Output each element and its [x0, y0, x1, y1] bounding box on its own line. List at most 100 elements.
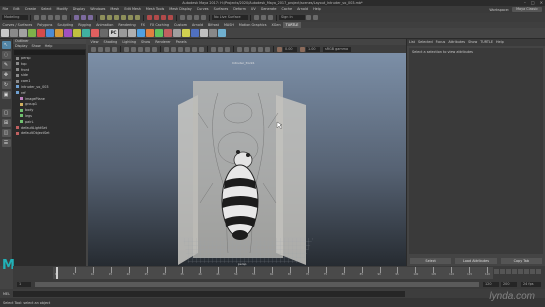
menu-arnold[interactable]: Arnold: [295, 6, 311, 13]
shelf-icon-5[interactable]: [37, 29, 45, 37]
layout-outliner-icon[interactable]: ☰: [1, 139, 11, 147]
attr-menu-list[interactable]: List: [409, 39, 415, 46]
shelf-icon-4[interactable]: [28, 29, 36, 37]
resolution-gate-icon[interactable]: [138, 46, 143, 52]
viewport[interactable]: Intruder_front1 persp: [88, 53, 406, 266]
snap-grid-icon[interactable]: [147, 15, 152, 20]
menu-create[interactable]: Create: [22, 6, 38, 13]
exposure-icon[interactable]: [277, 46, 282, 52]
isolate-select-icon[interactable]: [237, 46, 242, 52]
wireframe-icon[interactable]: [164, 46, 169, 52]
selection-mask-icon[interactable]: [128, 15, 133, 20]
menu-cache[interactable]: Cache: [279, 6, 295, 13]
select-by-object-icon[interactable]: [81, 15, 86, 20]
play-forward-icon[interactable]: [518, 268, 523, 274]
menu-display[interactable]: Display: [70, 6, 88, 13]
move-tool-icon[interactable]: ✥: [1, 71, 11, 79]
outliner-item[interactable]: defaultObjectSet: [13, 131, 86, 137]
snap-plane-icon[interactable]: [168, 15, 173, 20]
outliner-menu-display[interactable]: Display: [15, 44, 28, 49]
menu-select[interactable]: Select: [39, 6, 54, 13]
shelf-icon-21[interactable]: [191, 29, 199, 37]
xyz-icon[interactable]: [261, 15, 266, 20]
render-icon[interactable]: [187, 15, 192, 20]
outliner-menu-help[interactable]: Help: [45, 44, 53, 49]
menu-help[interactable]: Help: [311, 6, 324, 13]
outliner-search-input[interactable]: [14, 50, 85, 55]
snap-point-icon[interactable]: [161, 15, 166, 20]
shelf-icon-20[interactable]: [182, 29, 190, 37]
ipr-render-icon[interactable]: [194, 15, 199, 20]
play-backward-icon[interactable]: [512, 268, 517, 274]
select-tool-icon[interactable]: ↖: [1, 41, 11, 49]
menu-file[interactable]: File: [0, 6, 11, 13]
go-to-end-icon[interactable]: [536, 268, 541, 274]
shelf-icon-10[interactable]: [82, 29, 90, 37]
shadows-icon[interactable]: [199, 46, 204, 52]
open-scene-icon[interactable]: [41, 15, 46, 20]
construction-history-icon[interactable]: [180, 15, 185, 20]
anti-aliasing-icon[interactable]: [258, 46, 263, 52]
gate-mask-icon[interactable]: [145, 46, 150, 52]
outliner-menu-show[interactable]: Show: [32, 44, 41, 49]
select-by-hierarchy-icon[interactable]: [74, 15, 79, 20]
field-chart-icon[interactable]: [152, 46, 157, 52]
shelf-icon-19[interactable]: [173, 29, 181, 37]
copy-tab-button[interactable]: Copy Tab: [500, 258, 542, 264]
save-scene-icon[interactable]: [48, 15, 53, 20]
menu-uv[interactable]: UV: [248, 6, 258, 13]
selection-mask-icon[interactable]: [107, 15, 112, 20]
camera-attributes-icon[interactable]: [98, 46, 103, 52]
shelf-icon-2[interactable]: [10, 29, 18, 37]
screen-space-ao-icon[interactable]: [244, 46, 249, 52]
lasso-tool-icon[interactable]: ◌: [1, 51, 11, 59]
shelf-icon-16[interactable]: [146, 29, 154, 37]
snap-curve-icon[interactable]: [154, 15, 159, 20]
shelf-icon-14[interactable]: [128, 29, 136, 37]
time-slider[interactable]: 1510152025303540455055606570758085909510…: [13, 266, 545, 280]
image-plane-icon[interactable]: [112, 46, 117, 52]
attr-menu-turtle[interactable]: TURTLE: [480, 39, 493, 46]
time-slider-track[interactable]: 1510152025303540455055606570758085909510…: [53, 267, 493, 279]
attr-menu-attributes[interactable]: Attributes: [448, 39, 465, 46]
shelf-icon-3[interactable]: [19, 29, 27, 37]
attr-menu-help[interactable]: Help: [496, 39, 504, 46]
bookmark-icon[interactable]: [105, 46, 110, 52]
selection-mask-icon[interactable]: [121, 15, 126, 20]
undo-icon[interactable]: [55, 15, 60, 20]
attr-menu-selected[interactable]: Selected: [418, 39, 433, 46]
depth-of-field-icon[interactable]: [265, 46, 270, 52]
rotate-tool-icon[interactable]: ↻: [1, 81, 11, 89]
shelf-icon-24[interactable]: [218, 29, 226, 37]
film-gate-icon[interactable]: [131, 46, 136, 52]
shelf-icon-7[interactable]: [55, 29, 63, 37]
shelf-icon-15[interactable]: [137, 29, 145, 37]
menu-curves[interactable]: Curves: [194, 6, 211, 13]
menu-surfaces[interactable]: Surfaces: [211, 6, 231, 13]
selection-mask-icon[interactable]: [100, 15, 105, 20]
colorspace-dropdown[interactable]: sRGB gamma: [323, 46, 351, 52]
gamma-icon[interactable]: [300, 46, 305, 52]
sign-in-button[interactable]: Sign In: [279, 15, 305, 20]
attr-menu-show[interactable]: Show: [468, 39, 477, 46]
xray-components-icon[interactable]: [225, 46, 230, 52]
shelf-icon-9[interactable]: [73, 29, 81, 37]
fps-dropdown[interactable]: 24 fps: [521, 282, 541, 287]
camera-select-icon[interactable]: [91, 46, 96, 52]
shelf-icon-22[interactable]: [200, 29, 208, 37]
range-end-field[interactable]: 120: [483, 282, 499, 287]
textured-icon[interactable]: [185, 46, 190, 52]
menu-edit[interactable]: Edit: [11, 6, 23, 13]
step-back-frame-icon[interactable]: [506, 268, 511, 274]
paint-select-icon[interactable]: ✎: [1, 61, 11, 69]
mode-dropdown[interactable]: Modeling: [2, 15, 28, 20]
lights-icon[interactable]: [192, 46, 197, 52]
live-surface-field[interactable]: No Live Surface: [212, 15, 248, 20]
redo-icon[interactable]: [62, 15, 67, 20]
selection-mask-icon[interactable]: [135, 15, 140, 20]
shelf-icon-23[interactable]: [209, 29, 217, 37]
shelf-icon-11[interactable]: [91, 29, 99, 37]
step-forward-frame-icon[interactable]: [524, 268, 529, 274]
attr-menu-focus[interactable]: Focus: [436, 39, 446, 46]
smooth-shade-icon[interactable]: [171, 46, 176, 52]
